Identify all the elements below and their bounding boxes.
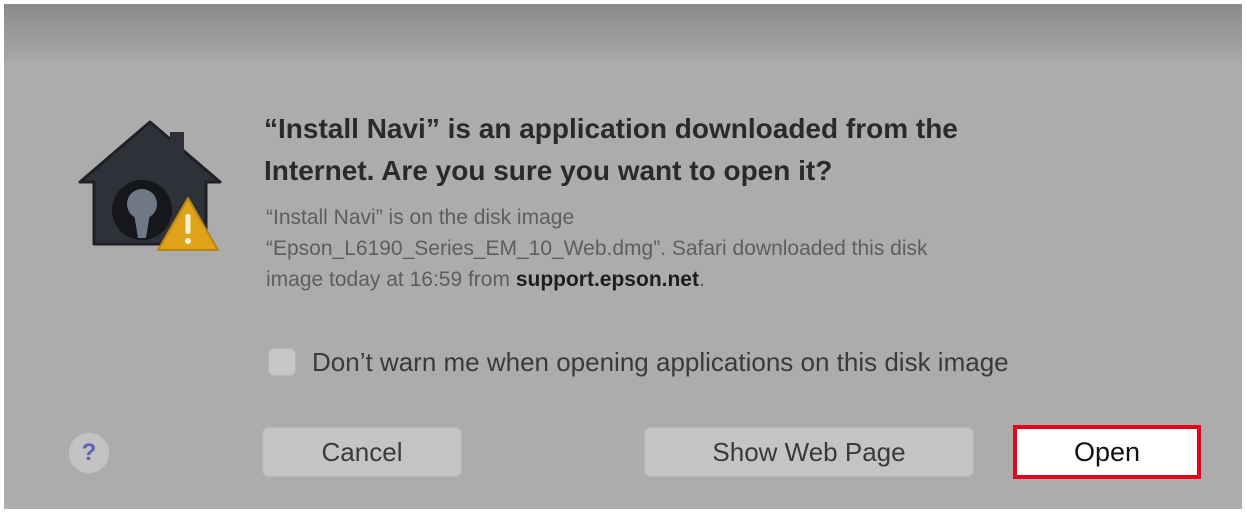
detail-line-1: “Install Navi” is on the disk image xyxy=(266,206,575,229)
detail-line-3-prefix: image today at 16:59 from xyxy=(266,268,516,291)
dont-warn-checkbox-label[interactable]: Don’t warn me when opening applications … xyxy=(312,347,1009,378)
dialog-detail-text: “Install Navi” is on the disk image “Eps… xyxy=(266,202,1166,295)
open-button[interactable]: Open xyxy=(1013,425,1201,479)
download-source: support.epson.net xyxy=(515,268,699,291)
dialog-headline: “Install Navi” is an application downloa… xyxy=(264,108,1164,192)
help-button[interactable]: ? xyxy=(68,432,110,474)
gatekeeper-warning-icon xyxy=(78,120,222,251)
gatekeeper-dialog: “Install Navi” is an application downloa… xyxy=(4,62,1242,509)
window-titlebar[interactable] xyxy=(4,4,1242,62)
headline-line-2: Internet. Are you sure you want to open … xyxy=(264,155,833,186)
open-button-label: Open xyxy=(1073,436,1141,467)
show-web-page-button-label: Show Web Page xyxy=(712,436,906,467)
screenshot-frame: “Install Navi” is an application downloa… xyxy=(4,4,1242,509)
cancel-button-label: Cancel xyxy=(321,436,403,467)
question-mark-icon: ? xyxy=(81,439,97,466)
cancel-button[interactable]: Cancel xyxy=(262,427,462,477)
detail-line-2: “Epson_L6190_Series_EM_10_Web.dmg”. Safa… xyxy=(266,237,928,260)
dont-warn-checkbox-row[interactable]: Don’t warn me when opening applications … xyxy=(268,344,1009,380)
detail-line-3: image today at 16:59 from support.epson.… xyxy=(266,264,1166,295)
detail-line-3-suffix: . xyxy=(698,268,705,291)
headline-line-1: “Install Navi” is an application downloa… xyxy=(264,113,958,144)
dont-warn-checkbox[interactable] xyxy=(268,348,296,376)
show-web-page-button[interactable]: Show Web Page xyxy=(644,427,974,477)
